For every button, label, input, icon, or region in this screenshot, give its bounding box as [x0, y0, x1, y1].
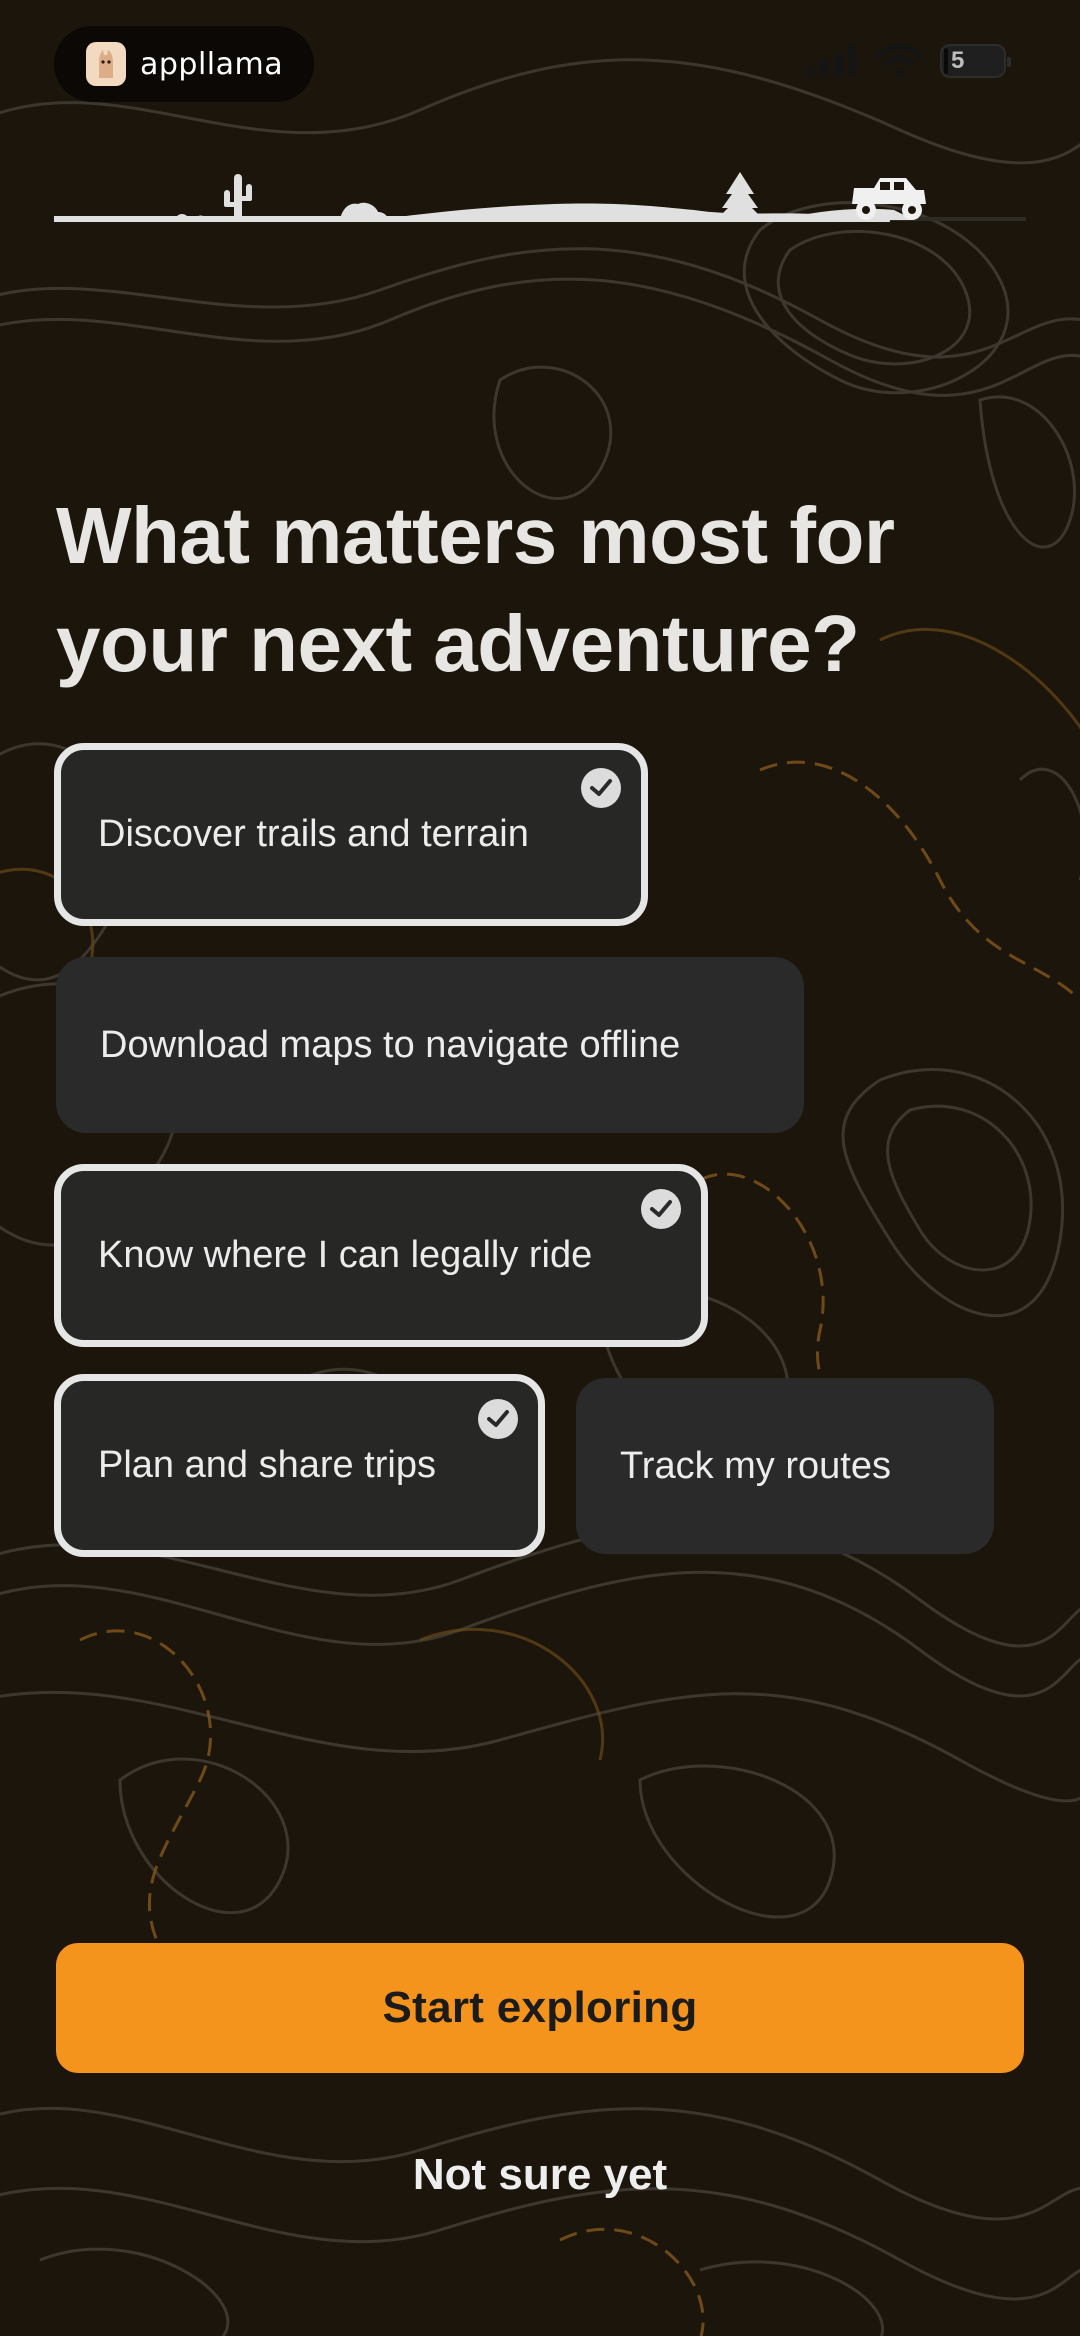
not-sure-yet-button[interactable]: Not sure yet: [340, 2140, 740, 2210]
option-label: Track my routes: [620, 1444, 891, 1487]
app-pill[interactable]: appllama: [54, 26, 314, 102]
option-discover-trails[interactable]: Discover trails and terrain: [54, 743, 648, 926]
option-label: Discover trails and terrain: [98, 813, 529, 855]
option-label: Plan and share trips: [98, 1444, 436, 1486]
battery-tip: [1007, 57, 1011, 67]
battery-icon: 5: [940, 44, 1011, 78]
rock-icon: [340, 202, 388, 220]
onboarding-progress-landscape: [54, 172, 1026, 222]
option-track-routes[interactable]: Track my routes: [576, 1378, 994, 1554]
battery-level-fill: [944, 48, 948, 74]
page-title: What matters most for your next adventur…: [56, 491, 895, 688]
checkmark-icon: [581, 768, 621, 808]
option-legal-riding[interactable]: Know where I can legally ride: [54, 1164, 708, 1347]
cactus-icon: [174, 174, 252, 220]
checkmark-icon: [478, 1399, 518, 1439]
option-download-maps[interactable]: Download maps to navigate offline: [56, 957, 804, 1133]
status-icons: 5: [806, 44, 1011, 78]
app-name: appllama: [140, 46, 284, 82]
option-plan-share-trips[interactable]: Plan and share trips: [54, 1374, 545, 1557]
llama-logo-icon: [86, 42, 126, 86]
wifi-icon: [876, 44, 922, 78]
start-exploring-button[interactable]: Start exploring: [56, 1943, 1024, 2073]
onboarding-screen: appllama 5 What matters most for your ne…: [0, 0, 1080, 2336]
checkmark-icon: [641, 1189, 681, 1229]
cellular-signal-icon: [806, 45, 857, 77]
battery-level-text: 5: [951, 47, 965, 74]
pine-tree-icon: [718, 172, 762, 220]
option-label: Know where I can legally ride: [98, 1234, 593, 1276]
option-label: Download maps to navigate offline: [100, 1023, 681, 1066]
